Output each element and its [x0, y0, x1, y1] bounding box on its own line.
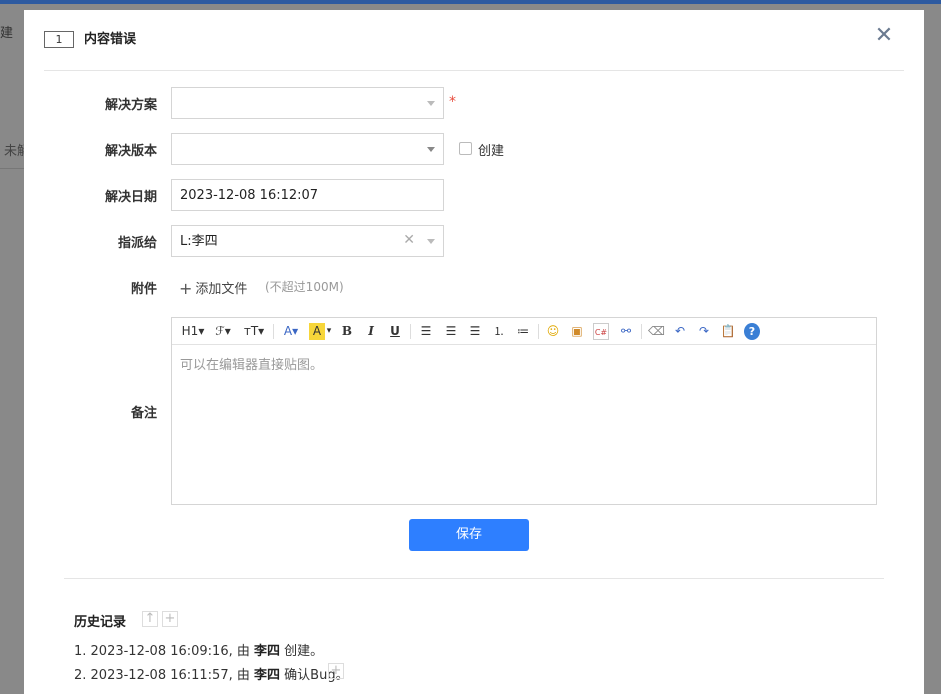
resolve-dialog: 1 内容错误 ✕ 解决方案 * 解决版本 创建 解决日期 2023-12-08 … [24, 10, 924, 694]
editor-placeholder: 可以在编辑器直接贴图。 [180, 358, 324, 373]
comment-editor[interactable]: H1▾ ℱ▾ ᴛT▾ A▾ A ▾ B I U ☰ ☰ ☰ ⒈ ≔ ☺ ▣ C#… [171, 317, 877, 505]
expand-all-icon[interactable]: + [162, 611, 178, 627]
font-size-button[interactable]: ᴛT▾ [242, 323, 266, 340]
assign-value: L:李四 [180, 234, 218, 249]
required-mark: * [449, 94, 456, 110]
arrow-up-icon[interactable]: ↑ [142, 611, 158, 627]
image-icon[interactable]: ▣ [569, 323, 585, 340]
build-select[interactable] [171, 133, 444, 165]
underline-button[interactable]: U [388, 323, 402, 340]
paste-icon[interactable]: 📋 [720, 323, 736, 340]
undo-icon[interactable]: ↶ [672, 323, 688, 340]
align-center-icon[interactable]: ☰ [443, 323, 459, 340]
date-value: 2023-12-08 16:12:07 [180, 188, 319, 203]
toolbar-separator [641, 324, 642, 339]
unordered-list-icon[interactable]: ≔ [515, 323, 531, 340]
history-item-user: 李四 [254, 644, 281, 659]
highlight-button[interactable]: A [309, 323, 325, 340]
heading-button[interactable]: H1▾ [180, 323, 206, 340]
bug-id-badge: 1 [44, 31, 74, 48]
chevron-down-icon [427, 239, 435, 244]
italic-button[interactable]: I [364, 323, 378, 340]
history-title: 历史记录 [74, 615, 127, 630]
history-item-text: 1. 2023-12-08 16:09:16, 由 [74, 644, 255, 659]
dialog-title: 内容错误 [84, 32, 137, 47]
comment-label: 备注 [130, 406, 157, 421]
date-input[interactable]: 2023-12-08 16:12:07 [171, 179, 444, 211]
history-item-user: 李四 [254, 668, 281, 683]
save-button[interactable]: 保存 [409, 519, 529, 551]
close-icon[interactable]: ✕ [872, 24, 896, 48]
ordered-list-icon[interactable]: ⒈ [491, 323, 507, 340]
history-item-action: 创建。 [280, 644, 324, 659]
resolution-select[interactable] [171, 87, 444, 119]
eraser-icon[interactable]: ⌫ [648, 323, 665, 340]
attachment-hint: (不超过100M) [265, 280, 344, 294]
editor-toolbar: H1▾ ℱ▾ ᴛT▾ A▾ A ▾ B I U ☰ ☰ ☰ ⒈ ≔ ☺ ▣ C#… [172, 318, 876, 345]
history-divider [64, 578, 884, 579]
create-build-checkbox[interactable] [459, 142, 472, 155]
align-right-icon[interactable]: ☰ [467, 323, 483, 340]
resolution-label: 解决方案 [104, 98, 157, 113]
build-label: 解决版本 [104, 144, 157, 159]
toolbar-separator [538, 324, 539, 339]
help-icon[interactable]: ? [744, 323, 760, 340]
chevron-down-icon: ▾ [326, 326, 332, 336]
expand-icon[interactable]: + [328, 663, 344, 679]
font-color-button[interactable]: A▾ [280, 323, 302, 340]
font-family-button[interactable]: ℱ▾ [212, 323, 234, 340]
background-divider [0, 168, 24, 169]
emoji-icon[interactable]: ☺ [545, 323, 561, 340]
create-build-label: 创建 [478, 144, 505, 159]
page-topbar [0, 0, 941, 4]
history-item-text: 2. 2023-12-08 16:11:57, 由 [74, 668, 255, 683]
add-file-label: 添加文件 [195, 282, 248, 297]
plus-icon: + [179, 279, 193, 298]
redo-icon[interactable]: ↷ [696, 323, 712, 340]
chevron-down-icon [427, 101, 435, 106]
assign-label: 指派给 [117, 236, 157, 251]
history-item: 1. 2023-12-08 16:09:16, 由 李四 创建。 [74, 640, 323, 659]
date-label: 解决日期 [104, 190, 157, 205]
code-icon[interactable]: C# [593, 323, 609, 340]
align-left-icon[interactable]: ☰ [418, 323, 434, 340]
link-icon[interactable]: ⚯ [617, 323, 635, 340]
attachment-label: 附件 [130, 282, 157, 297]
bold-button[interactable]: B [340, 323, 354, 340]
assign-select[interactable]: L:李四 ✕ [171, 225, 444, 257]
history-item: 2. 2023-12-08 16:11:57, 由 李四 确认Bug。 [74, 664, 349, 683]
clear-icon[interactable]: ✕ [403, 232, 415, 248]
toolbar-separator [410, 324, 411, 339]
add-file-button[interactable]: + 添加文件 [179, 278, 247, 298]
dialog-header: 1 内容错误 ✕ [44, 10, 904, 71]
background-text: 建 [0, 26, 14, 41]
toolbar-separator [273, 324, 274, 339]
chevron-down-icon [427, 147, 435, 152]
